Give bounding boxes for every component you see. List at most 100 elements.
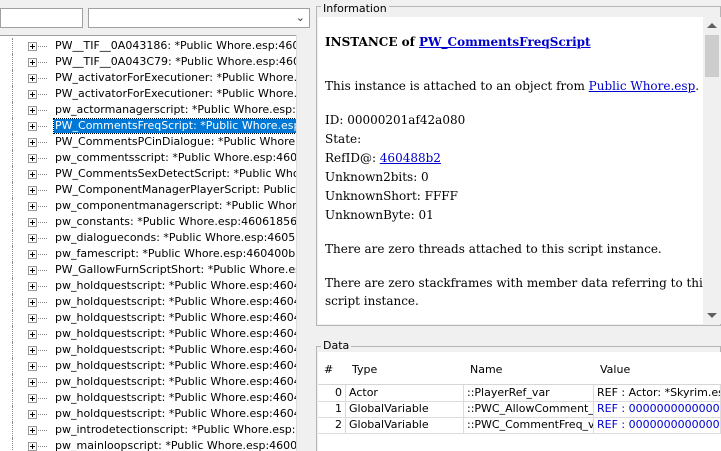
tree-item[interactable]: PW_CommentsSexDetectScript: *Public Whor… — [0, 166, 296, 182]
value-cell[interactable]: REF : Actor: *Skyrim.es... — [594, 385, 721, 401]
expand-plus-icon[interactable] — [28, 314, 37, 323]
column-header-type-label: Type — [352, 363, 378, 376]
expand-plus-icon[interactable] — [28, 42, 37, 51]
tree-item[interactable]: PW_ComponentManagerPlayerScript: Public … — [0, 182, 296, 198]
tree-item[interactable]: pw_holdquestscript: *Public Whore.esp:46… — [0, 294, 296, 310]
row-index-cell: 1 — [318, 401, 346, 417]
type-cell: GlobalVariable — [346, 417, 464, 433]
expand-plus-icon[interactable] — [28, 170, 37, 179]
expand-plus-icon[interactable] — [28, 266, 37, 275]
expand-plus-icon[interactable] — [28, 330, 37, 339]
refid-link[interactable]: 460488b2 — [380, 151, 441, 165]
tree-item[interactable]: pw_holdquestscript: *Public Whore.esp:46… — [0, 342, 296, 358]
tree-item-label: pw_componentmanagerscript: *Public Whore… — [55, 199, 296, 212]
column-header-type[interactable]: Type — [346, 352, 465, 385]
row-index-cell: 0 — [318, 385, 346, 401]
column-header-value-label: Value — [600, 363, 631, 376]
expand-plus-icon[interactable] — [28, 138, 37, 147]
tree-item[interactable]: pw_actormanagerscript: *Public Whore.esp… — [0, 102, 296, 118]
tree-item-label: pw_famescript: *Public Whore.esp:460400b… — [55, 247, 296, 260]
expand-plus-icon[interactable] — [28, 202, 37, 211]
tree-connector-line — [36, 286, 47, 287]
tree-item-label: PW_activatorForExecutioner: *Public Whor… — [55, 71, 296, 84]
tree-scrollbar[interactable] — [296, 35, 310, 451]
tree-item[interactable]: pw_componentmanagerscript: *Public Whore… — [0, 198, 296, 214]
tree-item-label: pw_constants: *Public Whore.esp:46061856… — [55, 215, 296, 228]
filter-dropdown[interactable]: ⌄ — [88, 8, 310, 28]
data-row[interactable]: 0 Actor::PlayerRef_var REF : Actor: *Skyri… — [318, 385, 721, 402]
expand-plus-icon[interactable] — [28, 58, 37, 67]
expand-plus-icon[interactable] — [28, 442, 37, 451]
expand-plus-icon[interactable] — [28, 154, 37, 163]
tree-item-label: pw_holdquestscript: *Public Whore.esp:46… — [55, 295, 296, 308]
unknown2bits-line: Unknown2bits: 0 — [325, 170, 429, 184]
tree-item[interactable]: PW_activatorForExecutioner: *Public Whor… — [0, 70, 296, 86]
arrow-down-icon[interactable] — [707, 313, 717, 318]
tree-connector-line — [36, 302, 47, 303]
expand-plus-icon[interactable] — [28, 186, 37, 195]
tree-item[interactable]: PW_CommentsFreqScript: *Public Whore.esp… — [0, 118, 296, 134]
expand-plus-icon[interactable] — [28, 74, 37, 83]
expand-plus-icon[interactable] — [28, 298, 37, 307]
filter-input[interactable] — [0, 8, 83, 28]
column-header-value[interactable]: Value — [594, 352, 721, 385]
expand-plus-icon[interactable] — [28, 410, 37, 419]
tree-item[interactable]: pw_holdquestscript: *Public Whore.esp:46… — [0, 358, 296, 374]
tree-item[interactable]: PW__TIF__0A043186: *Public Whore.esp:460… — [0, 38, 296, 54]
expand-plus-icon[interactable] — [28, 234, 37, 243]
instance-heading: INSTANCE of PW_CommentsFreqScript — [325, 34, 591, 50]
tree-guide-line — [12, 310, 13, 326]
tree-connector-line — [36, 254, 47, 255]
scrollbar-thumb[interactable] — [705, 35, 719, 77]
tree-item[interactable]: pw_holdquestscript: *Public Whore.esp:46… — [0, 310, 296, 326]
tree-item-label: pw_holdquestscript: *Public Whore.esp:46… — [55, 279, 296, 292]
expand-plus-icon[interactable] — [28, 106, 37, 115]
tree-item[interactable]: PW__TIF__0A043C79: *Public Whore.esp:460… — [0, 54, 296, 70]
attached-line: This instance is attached to an object f… — [325, 78, 699, 94]
expand-plus-icon[interactable] — [28, 218, 37, 227]
expand-plus-icon[interactable] — [28, 122, 37, 131]
tree-guide-line — [12, 118, 13, 134]
expand-plus-icon[interactable] — [28, 378, 37, 387]
tree-item[interactable]: PW_CommentsPCinDialogue: *Public Whore.e… — [0, 134, 296, 150]
expand-plus-icon[interactable] — [28, 250, 37, 259]
tree-item[interactable]: PW_activatorForExecutioner: *Public Whor… — [0, 86, 296, 102]
tree-guide-line — [12, 246, 13, 262]
tree-guide-line — [12, 294, 13, 310]
expand-plus-icon[interactable] — [28, 362, 37, 371]
tree-item[interactable]: pw_holdquestscript: *Public Whore.esp:46… — [0, 390, 296, 406]
tree-item[interactable]: pw_constants: *Public Whore.esp:46061856… — [0, 214, 296, 230]
tree-connector-line — [36, 46, 47, 47]
tree-connector-line — [36, 174, 47, 175]
instance-prefix: INSTANCE of — [325, 35, 420, 49]
plugin-link[interactable]: Public Whore.esp — [589, 79, 696, 93]
information-legend: Information — [321, 2, 389, 16]
expand-plus-icon[interactable] — [28, 282, 37, 291]
value-cell[interactable]: REF : 0000000000000... — [594, 401, 721, 417]
column-header-name[interactable]: Name — [464, 352, 595, 385]
tree-item[interactable]: pw_holdquestscript: *Public Whore.esp:46… — [0, 278, 296, 294]
expand-plus-icon[interactable] — [28, 426, 37, 435]
tree-item[interactable]: pw_mainloopscript: *Public Whore.esp:460… — [0, 438, 296, 451]
expand-plus-icon[interactable] — [28, 394, 37, 403]
expand-plus-icon[interactable] — [28, 346, 37, 355]
tree-item-label: pw_holdquestscript: *Public Whore.esp:46… — [55, 375, 296, 388]
arrow-up-icon[interactable] — [707, 23, 717, 28]
column-header-num[interactable]: # — [318, 352, 347, 385]
name-cell: ::PWC_CommentFreq_var — [464, 417, 594, 433]
tree-item[interactable]: pw_holdquestscript: *Public Whore.esp:46… — [0, 406, 296, 422]
tree-guide-line — [12, 214, 13, 230]
value-cell[interactable]: REF : 0000000000000... — [594, 417, 721, 433]
tree-item[interactable]: pw_famescript: *Public Whore.esp:460400b… — [0, 246, 296, 262]
tree-item[interactable]: PW_GallowFurnScriptShort: *Public Whore.… — [0, 262, 296, 278]
tree-item[interactable]: pw_holdquestscript: *Public Whore.esp:46… — [0, 374, 296, 390]
data-row[interactable]: 2 GlobalVariable::PWC_CommentFreq_var REF … — [318, 417, 721, 434]
expand-plus-icon[interactable] — [28, 90, 37, 99]
tree-item[interactable]: pw_dialogueconds: *Public Whore.esp:4605… — [0, 230, 296, 246]
tree-item[interactable]: pw_holdquestscript: *Public Whore.esp:46… — [0, 326, 296, 342]
data-row[interactable]: 1 GlobalVariable::PWC_AllowComment_... REF… — [318, 401, 721, 418]
tree-item[interactable]: pw_commentsscript: *Public Whore.esp:460… — [0, 150, 296, 166]
script-type-link[interactable]: PW_CommentsFreqScript — [419, 35, 591, 49]
tree-item[interactable]: pw_introdetectionscript: *Public Whore.e… — [0, 422, 296, 438]
chevron-down-icon[interactable]: ⌄ — [296, 11, 305, 24]
